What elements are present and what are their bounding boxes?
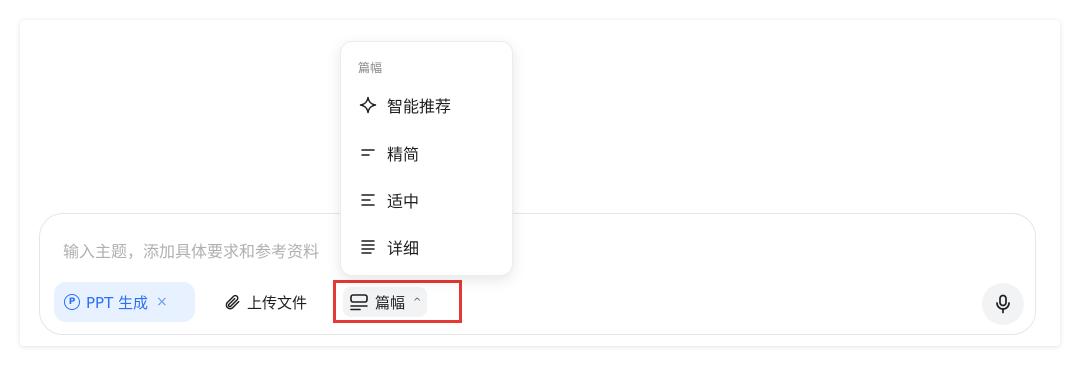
chevron-up-icon: ^ bbox=[413, 296, 422, 308]
lines-medium-icon bbox=[361, 194, 375, 206]
menu-item-label: 智能推荐 bbox=[387, 97, 452, 116]
menu-item-moderate[interactable]: 适中 bbox=[349, 182, 504, 218]
lines-long-icon bbox=[361, 240, 375, 254]
prompt-input-placeholder[interactable]: 输入主题，添加具体要求和参考资料 bbox=[63, 238, 319, 262]
close-icon[interactable]: × bbox=[156, 294, 168, 310]
sparkle-icon bbox=[359, 96, 377, 114]
menu-item-label: 精简 bbox=[387, 145, 420, 164]
ppt-icon: P bbox=[64, 294, 80, 310]
menu-item-label: 适中 bbox=[387, 192, 420, 211]
upload-file-label: 上传文件 bbox=[247, 293, 308, 312]
menu-item-detailed[interactable]: 详细 bbox=[349, 229, 504, 265]
menu-item-smart-recommend[interactable]: 智能推荐 bbox=[349, 87, 504, 123]
menu-item-concise[interactable]: 精简 bbox=[349, 135, 504, 171]
upload-file-button[interactable]: 上传文件 bbox=[223, 282, 307, 322]
length-label: 篇幅 bbox=[375, 293, 406, 312]
paperclip-icon bbox=[225, 294, 240, 310]
length-dropdown-menu: 篇幅 智能推荐 精简 适中 详细 bbox=[340, 41, 513, 276]
ppt-generate-chip[interactable]: P PPT 生成 × bbox=[54, 282, 195, 322]
menu-header: 篇幅 bbox=[358, 61, 383, 75]
microphone-icon bbox=[996, 294, 1010, 314]
prompt-composer: 输入主题，添加具体要求和参考资料 P PPT 生成 × 上传文件 篇幅 ^ bbox=[39, 213, 1036, 335]
microphone-button[interactable] bbox=[982, 283, 1024, 325]
length-button[interactable]: 篇幅 ^ bbox=[343, 287, 428, 317]
length-icon bbox=[350, 294, 368, 311]
menu-item-label: 详细 bbox=[387, 239, 420, 258]
lines-short-icon bbox=[361, 149, 375, 156]
ppt-chip-label: PPT 生成 bbox=[86, 293, 149, 312]
